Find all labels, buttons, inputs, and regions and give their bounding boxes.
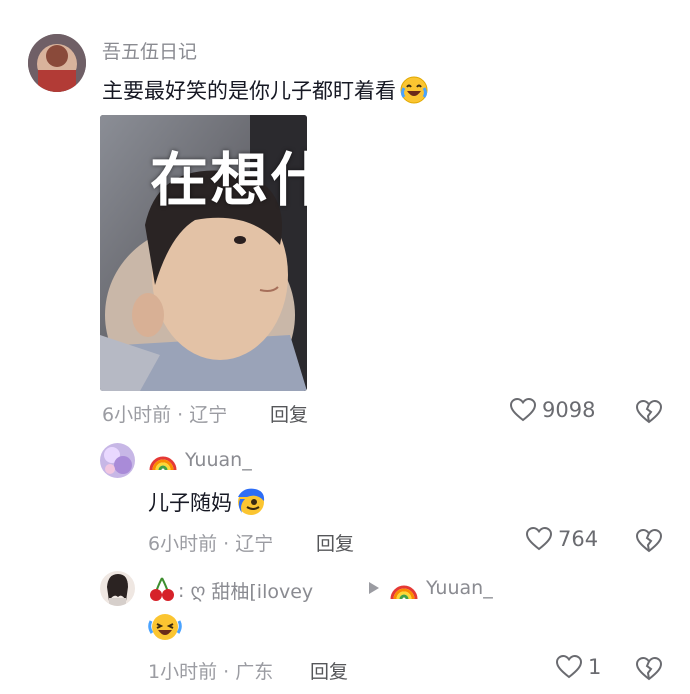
triangle-arrow-icon	[369, 582, 379, 594]
reply1-avatar[interactable]	[100, 443, 135, 478]
reply2-like-count: 1	[588, 655, 602, 679]
comment-time-location: 6小时前 · 辽宁	[102, 404, 228, 426]
laugh-cry-emoji	[235, 487, 267, 517]
broken-heart-icon[interactable]	[636, 529, 662, 553]
reply-button[interactable]: 回复	[270, 400, 308, 427]
cherry-icon	[148, 576, 176, 602]
heart-icon	[556, 655, 582, 679]
reply1-text: 儿子随妈	[148, 487, 267, 517]
reply1-like-button[interactable]: 764	[526, 527, 598, 551]
avatar[interactable]	[28, 34, 86, 92]
meme-caption: 在想什	[150, 146, 307, 214]
broken-heart-icon[interactable]	[636, 657, 662, 681]
like-button[interactable]: 9098	[510, 398, 595, 422]
reply1-time-location: 6小时前 · 辽宁	[148, 533, 274, 555]
like-count: 9098	[542, 398, 596, 422]
reply2-username-prefix: : ღ	[178, 579, 206, 602]
reply2-reply-to[interactable]: Yuuan_	[426, 577, 493, 599]
reply1-username[interactable]: Yuuan_	[185, 449, 252, 471]
rainbow-icon	[148, 448, 178, 472]
heart-icon	[526, 527, 552, 551]
comment-username[interactable]: 吾五伍日记	[102, 37, 197, 64]
reply2-time-location: 1小时前 · 广东	[148, 661, 274, 683]
reply2-avatar[interactable]	[100, 571, 135, 606]
comment-text: 主要最好笑的是你儿子都盯着看	[102, 75, 429, 105]
laugh-cry-emoji	[148, 611, 182, 643]
laugh-cry-emoji	[399, 75, 429, 105]
broken-heart-icon[interactable]	[636, 400, 662, 424]
reply1-text-body: 儿子随妈	[148, 491, 232, 515]
comment-text-body: 主要最好笑的是你儿子都盯着看	[102, 79, 396, 103]
reply2-username-main: 甜柚[ilovey	[211, 581, 314, 603]
reply2-reply-button[interactable]: 回复	[310, 657, 348, 684]
comment-image[interactable]: 在想什	[100, 115, 307, 391]
reply1-like-count: 764	[558, 527, 599, 551]
reply1-reply-button[interactable]: 回复	[316, 529, 354, 556]
rainbow-icon	[389, 577, 419, 601]
heart-icon	[510, 398, 536, 422]
reply2-like-button[interactable]: 1	[556, 655, 601, 679]
reply2-username[interactable]: : ღ 甜柚[ilovey	[178, 577, 313, 604]
